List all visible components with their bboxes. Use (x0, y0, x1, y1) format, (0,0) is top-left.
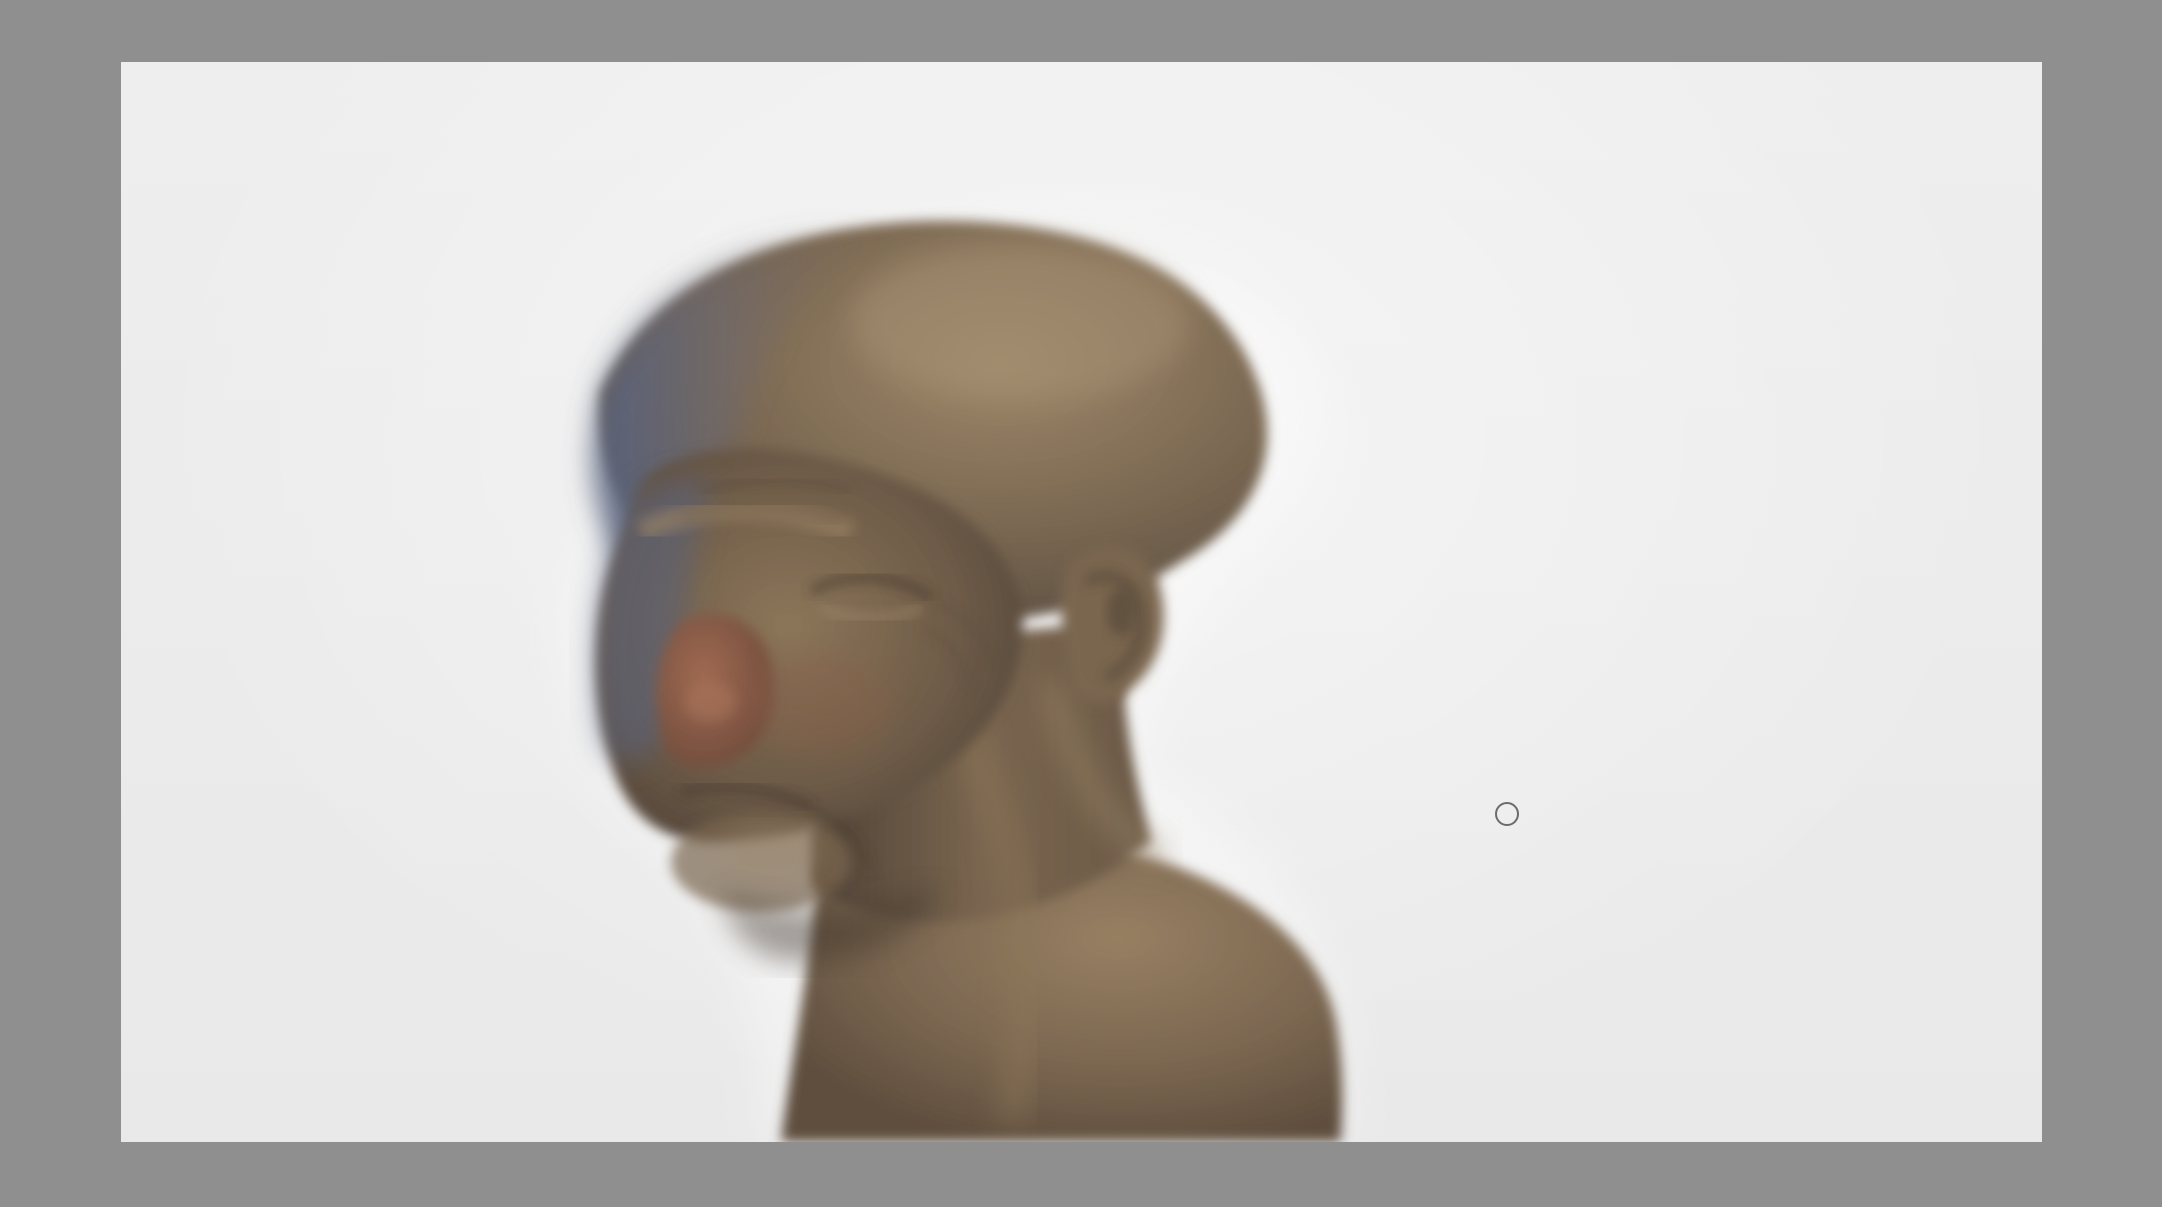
painting-artwork (566, 220, 1351, 1142)
circle-brush-cursor-icon[interactable] (1495, 802, 1519, 826)
workspace-area (0, 0, 2162, 1207)
drawing-canvas[interactable] (121, 62, 2042, 1142)
